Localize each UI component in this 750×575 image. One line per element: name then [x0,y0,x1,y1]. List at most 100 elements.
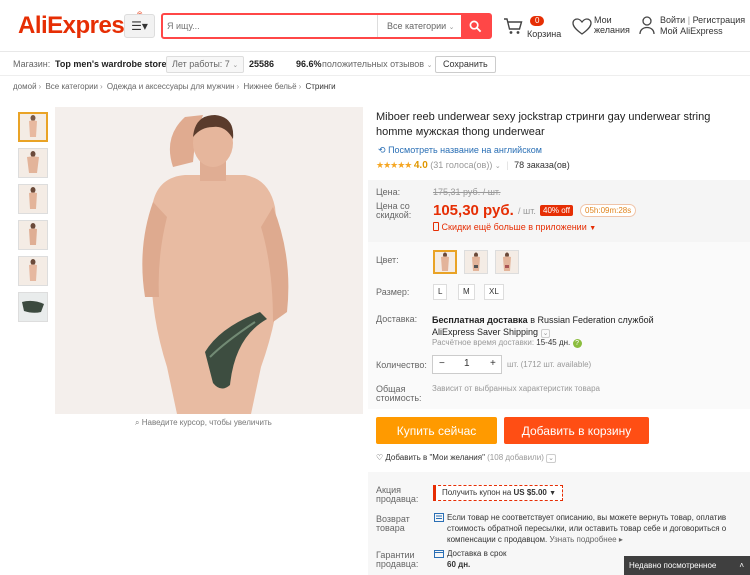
product-photo-illustration [55,107,363,414]
add-to-cart-button[interactable]: Добавить в корзину [504,417,649,444]
total-label-2: стоимость: [376,393,422,403]
product-thumbnail[interactable] [18,148,48,178]
size-label: Размер: [376,287,410,297]
return-more-link[interactable]: Узнать подробнее ▸ [549,535,622,544]
recently-viewed-bar[interactable]: Недавно посмотренное ˄ [624,556,750,575]
cart-link[interactable]: 0 Корзина [503,13,565,41]
quantity-decrease-button[interactable]: − [439,358,445,369]
delivery-time: Расчётное время доставки: 15-45 дн. ? [432,338,582,348]
votes-link[interactable]: (31 голоса(ов)) [430,160,492,170]
store-label: Магазин: [13,59,51,69]
size-option-xl[interactable]: XL [484,284,504,300]
color-swatch[interactable] [464,250,488,274]
price-label: Цена: [376,187,401,197]
heart-icon [572,18,592,35]
translate-icon: ⟲ [378,145,386,155]
orders-count: 78 заказа(ов) [514,160,570,170]
quantity-value[interactable]: 1 [464,358,470,369]
breadcrumb-home[interactable]: домой [13,82,37,91]
translate-title-link[interactable]: ⟲ Посмотреть название на английском [378,145,542,156]
breadcrumb-thongs[interactable]: Стринги [305,82,335,91]
breadcrumb: домой › Все категории › Одежда и аксессуар… [13,82,336,91]
total-price-note: Зависит от выбранных характеристик товар… [432,384,600,393]
size-option-l[interactable]: L [433,284,448,300]
guarantee-days: 60 дн. [447,560,471,569]
color-label: Цвет: [376,255,399,265]
cart-count-badge: 0 [530,16,545,26]
login-link[interactable]: Войти [660,15,685,25]
menu-icon: ☰▾ [131,19,148,33]
product-thumbnail[interactable] [18,112,48,142]
category-menu-button[interactable]: ☰▾ [124,14,155,38]
quantity-available: шт. (1712 шт. available) [507,360,592,369]
size-option-m[interactable]: M [458,284,475,300]
search-bar: Все категории ⌄ [161,13,492,39]
register-link[interactable]: Регистрация [693,15,746,25]
help-icon[interactable]: ? [572,339,582,348]
cart-icon [504,18,523,34]
color-swatch[interactable] [495,250,519,274]
store-name-link[interactable]: Top men's wardrobe store [55,59,167,69]
promo-label-2: продавца: [376,494,419,504]
store-score: 25586 [249,59,275,69]
get-coupon-button[interactable]: Получить купон на US $5.00 ▼ [433,485,564,501]
breadcrumb-all-categories[interactable]: Все категории [45,82,98,91]
zoom-hint: ⌕ Наведите курсор, чтобы увеличить [135,418,272,427]
product-thumbnail[interactable] [18,292,48,322]
chevron-up-icon: ˄ [739,561,744,570]
wishlist-label: Мои желания [594,15,630,35]
discount-price-label-2: скидкой: [376,210,412,220]
my-aliexpress-link[interactable]: Мой AliExpress [660,26,723,36]
rating-stars: ★★★★★ [376,160,412,170]
product-title: Miboer reeb underwear sexy jockstrap стр… [376,111,711,138]
shipping-info: Бесплатная доставка в Russian Federation… [432,315,654,338]
buy-now-button[interactable]: Купить сейчас [376,417,497,444]
on-time-delivery-icon [434,549,444,560]
breadcrumb-men-clothing[interactable]: Одежда и аксессуары для мужчин [107,82,235,91]
user-icon [639,16,655,35]
quantity-label: Количество: [376,360,427,370]
search-button[interactable] [461,15,490,37]
search-input[interactable] [167,18,372,34]
app-discount-link[interactable]: Скидки ещё больше в приложении ▼ [433,222,596,232]
return-policy-icon [434,513,444,524]
old-price: 175,31 руб. / шт. [433,187,501,197]
wishlist-link[interactable]: Мои желания [572,15,634,43]
discount-badge: 40% off [540,205,573,216]
return-policy-text: Если товар не соответствует описанию, вы… [447,513,727,544]
add-to-wishlist-link[interactable]: ♡ Добавить в "Мои желания" (108 добавили… [376,453,556,463]
rating-row: ★★★★★ 4.0 (31 голоса(ов)) ⌄ | 78 заказа(… [376,160,570,171]
rating-value: 4.0 [413,160,428,171]
phone-icon [433,222,439,231]
product-thumbnail[interactable] [18,220,48,250]
product-thumbnail[interactable] [18,184,48,214]
returns-label-2: товара [376,523,405,533]
thumbnail-list [18,112,50,328]
cart-label: Корзина [527,29,562,39]
search-category-select[interactable]: Все категории ⌄ [377,15,462,37]
search-icon [469,20,482,32]
store-info-bar: Магазин: Top men's wardrobe store Лет ра… [0,53,750,121]
positive-feedback-link[interactable]: положительных отзывов ⌄ [322,59,432,69]
magnifier-icon: ⌕ [135,418,140,427]
quantity-stepper: − 1 + [432,355,502,374]
save-store-button[interactable]: Сохранить [435,56,496,73]
price-unit: / шт. [518,206,536,216]
countdown-timer: 05h:09m:28s [580,204,637,217]
guarantee-label-2: продавца: [376,559,419,569]
shipping-label: Доставка: [376,314,418,324]
quantity-increase-button[interactable]: + [490,358,496,369]
guarantee-text: Доставка в срок [447,549,507,558]
color-swatch[interactable] [433,250,457,274]
site-header: AliExpress® ☰▾ Все категории ⌄ 0 Корзина… [0,0,750,52]
account-menu: Войти | Регистрация Мой AliExpress [639,15,749,43]
product-thumbnail[interactable] [18,256,48,286]
positive-feedback-percent: 96.6% [296,59,322,69]
heart-plus-icon: ♡ [376,453,384,462]
shipping-method-select[interactable]: AliExpress Saver Shipping ⌄ [432,327,551,338]
account-separator: | [687,15,691,25]
breadcrumb-underwear[interactable]: Нижнее бельё [243,82,296,91]
main-product-image[interactable] [55,107,363,414]
store-years-badge[interactable]: Лет работы: 7 ⌄ [166,56,245,73]
discounted-price: 105,30 руб. [433,202,514,219]
